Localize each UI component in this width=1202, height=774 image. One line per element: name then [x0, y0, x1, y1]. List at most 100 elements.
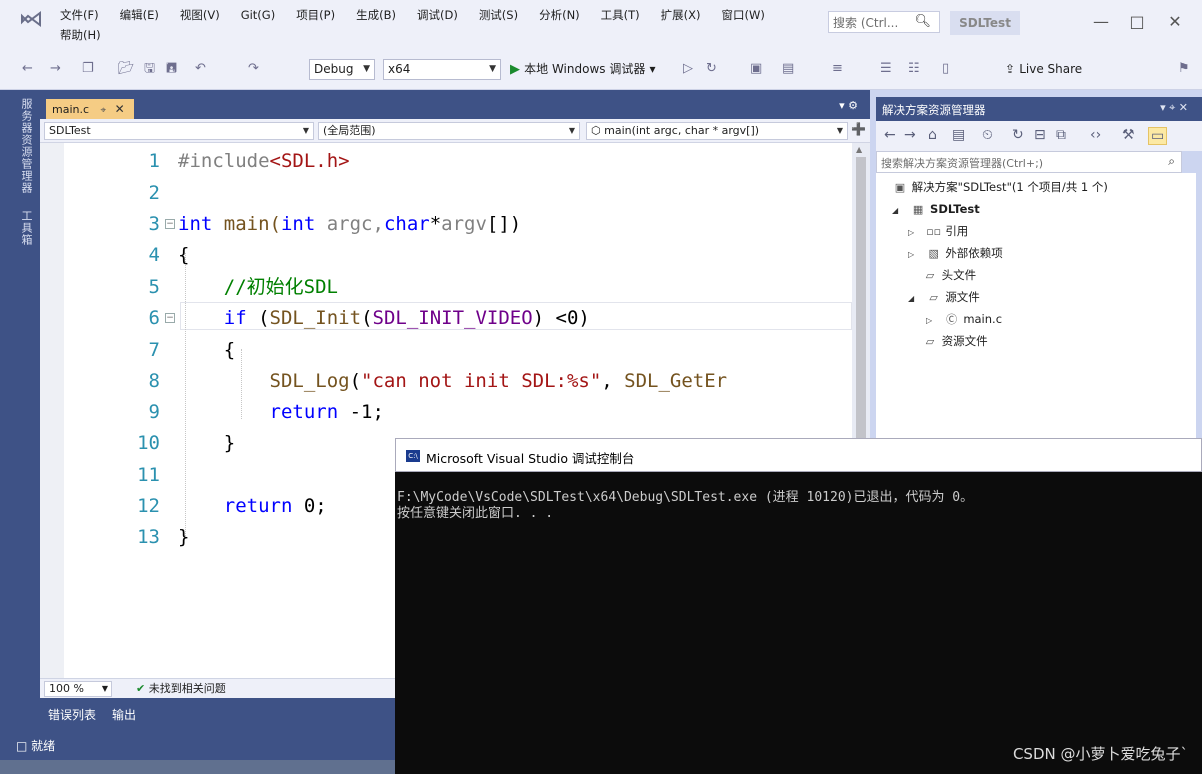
- tree-item-solution[interactable]: ▣ 解决方案"SDLTest"(1 个项目/共 1 个): [892, 177, 1108, 198]
- open-folder-icon[interactable]: 📂︎: [118, 61, 135, 77]
- menu-extensions[interactable]: 扩展(X): [661, 8, 701, 22]
- collapsed-icon[interactable]: ▷: [926, 311, 940, 331]
- menu-tools[interactable]: 工具(T): [601, 8, 640, 22]
- gear-icon[interactable]: ▾ ⚙: [839, 99, 858, 112]
- menu-debug[interactable]: 调试(D): [417, 8, 458, 22]
- forward-icon[interactable]: →: [904, 127, 916, 143]
- collapse-all-icon[interactable]: ⊟: [1034, 127, 1046, 143]
- save-all-icon[interactable]: 🖪︎: [166, 61, 177, 77]
- platform-value: x64: [388, 62, 411, 76]
- back-icon[interactable]: ←: [884, 127, 896, 143]
- redo-icon[interactable]: ↷: [248, 61, 259, 77]
- close-icon[interactable]: ✕: [1160, 10, 1190, 34]
- tree-item-external-deps[interactable]: ▷ ▧ 外部依赖项: [908, 243, 1003, 265]
- hot-reload-icon[interactable]: ↻: [706, 61, 717, 77]
- panel-controls-icon[interactable]: ▾ ⌖ ✕: [1160, 101, 1188, 115]
- global-scope-select[interactable]: (全局范围) ▼: [318, 122, 580, 140]
- server-explorer-tab[interactable]: 服务器资源管理器: [18, 98, 34, 194]
- toolbar-tool-icon[interactable]: ▤: [782, 61, 794, 77]
- start-without-debugging-icon[interactable]: ▷: [683, 61, 693, 77]
- scrollbar-thumb[interactable]: [856, 157, 866, 457]
- project-name-badge[interactable]: SDLTest: [950, 11, 1020, 35]
- split-icon[interactable]: ➕: [851, 122, 866, 136]
- code-line: #include<SDL.h>: [178, 149, 350, 173]
- live-share-button[interactable]: ⇪ Live Share: [1005, 61, 1082, 78]
- history-icon[interactable]: ⏲: [982, 127, 993, 143]
- platform-select[interactable]: x64 ▼: [383, 59, 501, 80]
- home-icon[interactable]: ⌂: [928, 127, 937, 143]
- tab-error-list[interactable]: 错误列表: [48, 706, 96, 723]
- line-number: 11: [137, 464, 160, 486]
- tab-output[interactable]: 输出: [112, 706, 136, 723]
- global-search-input[interactable]: 搜索 (Ctrl... 🔍︎: [828, 11, 940, 33]
- minimize-icon[interactable]: —: [1086, 10, 1116, 34]
- project-scope-select[interactable]: SDLTest ▼: [44, 122, 314, 140]
- refresh-icon[interactable]: ↻: [1012, 127, 1024, 143]
- solution-explorer-title: 解决方案资源管理器: [882, 103, 986, 117]
- undo-icon[interactable]: ↶: [195, 61, 206, 77]
- collapsed-icon[interactable]: ▷: [908, 245, 922, 265]
- menu-view[interactable]: 视图(V): [180, 8, 220, 22]
- maximize-icon[interactable]: □: [1122, 10, 1152, 34]
- zoom-select[interactable]: 100 % ▼: [44, 681, 112, 697]
- bookmark-icon[interactable]: ▯: [942, 61, 949, 77]
- console-title-bar[interactable]: C:\ Microsoft Visual Studio 调试控制台: [395, 438, 1202, 472]
- start-debugging-button[interactable]: ▶ 本地 Windows 调试器 ▾: [510, 61, 656, 78]
- global-search-placeholder: 搜索 (Ctrl...: [833, 16, 899, 30]
- code-token: int: [280, 213, 316, 235]
- menu-file[interactable]: 文件(F): [60, 8, 99, 22]
- configuration-select[interactable]: Debug ▼: [309, 59, 375, 80]
- collapsed-icon[interactable]: ▷: [908, 223, 922, 243]
- toolbar-tool-icon[interactable]: ▣: [750, 61, 762, 77]
- back-icon[interactable]: ←: [22, 61, 33, 77]
- uncomment-icon[interactable]: ☷: [908, 61, 920, 77]
- menu-git[interactable]: Git(G): [241, 8, 276, 22]
- expanded-icon[interactable]: ◢: [892, 201, 906, 221]
- tree-item-main-c[interactable]: ▷ Ⓒ main.c: [926, 309, 1002, 331]
- switch-view-icon[interactable]: ▤: [952, 127, 965, 143]
- line-number: 6: [148, 307, 160, 329]
- fold-toggle-icon[interactable]: −: [165, 219, 175, 229]
- show-all-files-icon[interactable]: ⧉: [1056, 127, 1066, 143]
- menu-help[interactable]: 帮助(H): [60, 28, 101, 42]
- function-select[interactable]: ⬡ main(int argc, char * argv[]) ▼: [586, 122, 848, 140]
- close-icon[interactable]: ✕: [115, 102, 125, 116]
- menu-test[interactable]: 测试(S): [479, 8, 518, 22]
- tree-item-resource-files[interactable]: ▱ 资源文件: [922, 331, 988, 352]
- cube-icon: ⬡: [591, 124, 601, 137]
- code-view-icon[interactable]: ‹›: [1090, 127, 1101, 143]
- preview-icon[interactable]: ▭: [1148, 127, 1168, 145]
- new-project-icon[interactable]: ❐: [82, 61, 94, 77]
- pin-icon[interactable]: ⌖: [101, 105, 107, 116]
- tree-item-references[interactable]: ▷ ▫▫ 引用: [908, 221, 968, 243]
- search-icon: 🔍︎: [914, 14, 931, 29]
- chevron-up-icon[interactable]: ▲: [856, 145, 862, 154]
- toolbox-tab[interactable]: 工具箱: [18, 210, 34, 246]
- menu-analyze[interactable]: 分析(N): [539, 8, 580, 22]
- chevron-down-icon: ▾: [649, 62, 656, 76]
- console-output[interactable]: F:\MyCode\VsCode\SDLTest\x64\Debug\SDLTe…: [395, 472, 1202, 774]
- debug-console-window[interactable]: C:\ Microsoft Visual Studio 调试控制台 F:\MyC…: [395, 438, 1202, 774]
- feedback-icon[interactable]: ⚑: [1178, 61, 1190, 77]
- line-number: 13: [137, 526, 160, 548]
- issues-indicator[interactable]: ✔ 未找到相关问题: [136, 681, 226, 697]
- code-token: argc,: [315, 213, 384, 235]
- menu-build[interactable]: 生成(B): [356, 8, 396, 22]
- tree-item-source-files[interactable]: ◢ ▱ 源文件: [908, 287, 980, 309]
- menu-project[interactable]: 项目(P): [296, 8, 335, 22]
- comment-icon[interactable]: ☰: [880, 61, 892, 77]
- tree-item-project[interactable]: ◢ ▦ SDLTest: [892, 199, 980, 221]
- tree-item-header-files[interactable]: ▱ 头文件: [922, 265, 976, 286]
- menu-window[interactable]: 窗口(W): [722, 8, 765, 22]
- menu-edit[interactable]: 编辑(E): [120, 8, 159, 22]
- save-icon[interactable]: 🖫︎: [144, 61, 155, 77]
- wrench-icon[interactable]: ⚒: [1122, 127, 1135, 143]
- forward-icon[interactable]: →: [50, 61, 61, 77]
- solution-explorer-search-input[interactable]: 搜索解决方案资源管理器(Ctrl+;) ⌕: [876, 151, 1182, 173]
- tab-main-c[interactable]: main.c ⌖ ✕: [46, 99, 134, 119]
- global-scope-value: (全局范围): [323, 124, 376, 137]
- expanded-icon[interactable]: ◢: [908, 289, 922, 309]
- toolbar-tool-icon[interactable]: ≡: [832, 61, 843, 77]
- fold-toggle-icon[interactable]: −: [165, 313, 175, 323]
